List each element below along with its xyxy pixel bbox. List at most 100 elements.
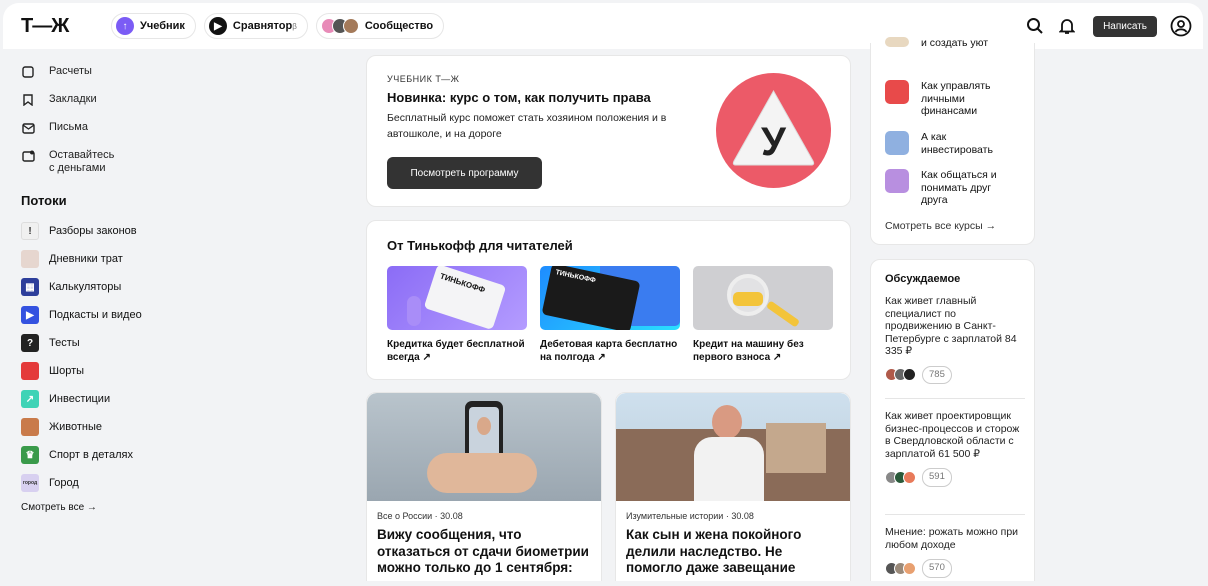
flow-sport[interactable]: ♛ Спорт в деталях	[21, 446, 181, 464]
page-frame: Т—Ж ↑ Учебник ▶ Сравнятор β Сообщество На…	[3, 3, 1203, 581]
community-pill[interactable]: Сообщество	[315, 13, 445, 39]
nav-label: Расчеты	[49, 65, 92, 77]
flow-label: Тесты	[49, 337, 80, 349]
logo[interactable]: Т—Ж	[21, 15, 103, 38]
city-icon: город	[21, 474, 39, 492]
article-title[interactable]: Вижу сообщения, что отказаться от сдачи …	[377, 527, 591, 581]
flow-podcasts[interactable]: ▶ Подкасты и видео	[21, 306, 181, 324]
comparator-label: Сравнятор	[232, 20, 293, 32]
avatars-icon	[320, 18, 359, 34]
offer-debit-card[interactable]: ТИНЬКОФФ Дебетовая карта бесплатно на по…	[540, 266, 680, 364]
nav-item-calculations[interactable]: Расчеты	[21, 65, 181, 79]
driving-sign-illustration: У	[716, 73, 831, 188]
flow-spending-diaries[interactable]: Дневники трат	[21, 250, 181, 268]
flow-label: Подкасты и видео	[49, 309, 142, 321]
flow-shorts[interactable]: Шорты	[21, 362, 181, 380]
divider	[885, 514, 1025, 515]
avatar	[342, 18, 359, 34]
flow-investments[interactable]: ↗ Инвестиции	[21, 390, 181, 408]
comment-count[interactable]: 785	[922, 365, 952, 384]
article-meta: Изумительные истории · 30.08	[626, 511, 754, 521]
mail-icon	[21, 121, 35, 135]
offer-credit-card[interactable]: ТИНЬКОФФ Кредитка будет бесплатной всегд…	[387, 266, 527, 364]
flow-tests[interactable]: ? Тесты	[21, 334, 181, 352]
divider	[885, 398, 1025, 399]
comparator-pill[interactable]: ▶ Сравнятор β	[203, 13, 308, 39]
courses-card: и создать уют Как управлять личными фина…	[870, 37, 1035, 245]
discussed-text: Как живет главный специалист по продвиже…	[885, 295, 1017, 357]
course-item-label: Как управлять личными финансами	[921, 80, 991, 117]
offer-text: Кредит на машину без первого взноса ↗	[693, 339, 804, 363]
badge-letter: У	[761, 120, 787, 164]
calculator-icon	[21, 65, 35, 79]
textbook-pill[interactable]: ↑ Учебник	[111, 13, 196, 39]
course-item[interactable]: А как инвестировать	[885, 131, 1009, 156]
trophy-icon: ♛	[21, 446, 39, 464]
nav-label: Письма	[49, 121, 88, 133]
view-program-button[interactable]: Посмотреть программу	[387, 157, 542, 189]
header-actions: Написать	[1015, 14, 1193, 38]
profile-icon[interactable]	[1169, 14, 1193, 38]
debit-card-image: ТИНЬКОФФ	[540, 266, 680, 330]
comment-count[interactable]: 570	[922, 559, 952, 578]
article-meta: Все о России · 30.08	[377, 511, 463, 521]
book-icon: ↑	[116, 17, 134, 35]
article-card-biometrics[interactable]: Все о России · 30.08 Вижу сообщения, что…	[366, 392, 602, 581]
bell-icon[interactable]	[1055, 14, 1079, 38]
offer-text: Кредитка будет бесплатной всегда ↗	[387, 339, 525, 363]
flow-label: Шорты	[49, 365, 85, 377]
article-card-inheritance[interactable]: Изумительные истории · 30.08 Как сын и ж…	[615, 392, 851, 581]
flow-animals[interactable]: Животные	[21, 418, 181, 436]
nav-item-stay-with-money[interactable]: Оставайтесь с деньгами	[21, 149, 181, 175]
see-all-courses-link[interactable]: Смотреть все курсы →	[885, 220, 996, 232]
left-sidebar: Расчеты Закладки Письма Оставайтесь с де…	[21, 65, 181, 513]
comment-count[interactable]: 591	[922, 468, 952, 487]
write-button[interactable]: Написать	[1093, 15, 1157, 37]
flow-label: Калькуляторы	[49, 281, 122, 293]
course-item[interactable]: Как общаться и понимать друг друга	[885, 169, 1016, 207]
flow-calculators[interactable]: ▦ Калькуляторы	[21, 278, 181, 296]
discussed-title: Обсуждаемое	[885, 273, 961, 285]
man-photo	[616, 393, 850, 501]
animal-icon	[21, 418, 39, 436]
course-item-label: Как общаться и понимать друг друга	[921, 169, 997, 206]
flow-label: Животные	[49, 421, 103, 433]
finance-course-icon	[885, 80, 909, 104]
credit-card-image: ТИНЬКОФФ	[387, 266, 527, 330]
course-card[interactable]: УЧЕБНИК Т—Ж Новинка: курс о том, как пол…	[366, 55, 851, 207]
course-item[interactable]: и создать уют	[885, 37, 988, 50]
course-item-label: и создать уют	[921, 37, 989, 49]
flow-laws[interactable]: ! Разборы законов	[21, 222, 181, 240]
nav-label: Закладки	[49, 93, 97, 105]
nav-item-letters[interactable]: Письма	[21, 121, 181, 135]
rocket-icon: ↗	[21, 390, 39, 408]
flow-label: Дневники трат	[49, 253, 123, 265]
flows-title: Потоки	[21, 193, 67, 208]
question-icon: ?	[21, 334, 39, 352]
course-item[interactable]: Как управлять личными финансами	[885, 80, 1009, 118]
discussed-card: Обсуждаемое Как живет главный специалист…	[870, 259, 1035, 581]
car-loan-image	[693, 266, 833, 330]
flow-city[interactable]: город Город	[21, 474, 181, 492]
discussed-item[interactable]: Как живет главный специалист по продвиже…	[885, 295, 1025, 384]
article-title[interactable]: Как сын и жена покойного делили наследст…	[626, 527, 840, 577]
flow-label: Город	[49, 477, 79, 489]
search-icon[interactable]	[1023, 14, 1047, 38]
flow-label: Разборы законов	[49, 225, 137, 237]
commenter-avatars	[885, 470, 916, 484]
offer-car-loan[interactable]: Кредит на машину без первого взноса ↗	[693, 266, 833, 364]
tinkoff-title: От Тинькофф для читателей	[387, 238, 573, 253]
play-icon: ▶	[21, 306, 39, 324]
community-label: Сообщество	[364, 20, 434, 32]
offer-text: Дебетовая карта бесплатно на полгода ↗	[540, 339, 678, 363]
nav-item-bookmarks[interactable]: Закладки	[21, 93, 181, 107]
course-icon	[885, 37, 909, 47]
nav-label: Оставайтесь с деньгами	[49, 149, 115, 174]
shorts-icon	[21, 362, 39, 380]
discussed-item[interactable]: Мнение: рожать можно при любом доходе 57…	[885, 526, 1025, 578]
bookmark-icon	[21, 93, 35, 107]
see-all-flows-link[interactable]: Смотреть все →	[21, 502, 181, 513]
course-title[interactable]: Новинка: курс о том, как получить права	[387, 90, 651, 105]
exclamation-icon: !	[21, 222, 39, 240]
discussed-item[interactable]: Как живет проектировщик бизнес-процессов…	[885, 410, 1025, 487]
